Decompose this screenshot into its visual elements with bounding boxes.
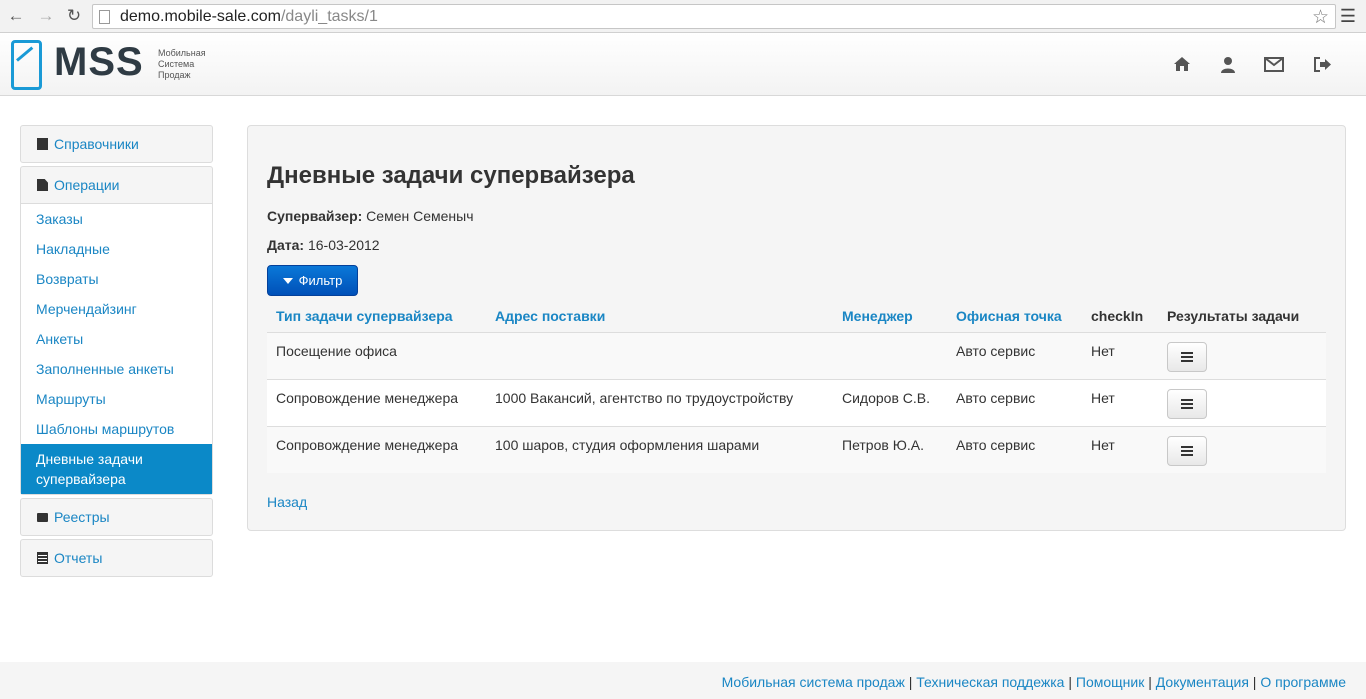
cell-checkin: Нет [1082, 426, 1158, 473]
sidebar-group-reports: Отчеты [20, 539, 213, 577]
sidebar-item-merchandising[interactable]: Мерчендайзинг [21, 294, 212, 324]
sidebar-item-registers[interactable]: Реестры [21, 499, 212, 535]
sidebar-item-label: Операции [54, 177, 120, 193]
logo-subtitle: Мобильная Система Продаж [158, 48, 206, 80]
column-header-checkin: checkIn [1082, 300, 1158, 333]
cell-manager [833, 332, 947, 380]
main-panel: Дневные задачи супервайзера Супервайзер:… [247, 125, 1346, 531]
table-row: Посещение офиса Авто сервис Нет [267, 332, 1326, 380]
home-icon[interactable] [1171, 53, 1193, 75]
url-text: demo.mobile-sale.com/dayli_tasks/1 [120, 8, 378, 25]
cell-task-type: Сопровождение менеджера [267, 379, 486, 427]
bookmark-star-icon[interactable]: ☆ [1312, 6, 1329, 29]
book-icon [37, 138, 48, 150]
results-button[interactable] [1167, 435, 1207, 466]
cell-office: Авто сервис [947, 332, 1082, 380]
sidebar-item-label: Реестры [54, 509, 110, 525]
column-header-results: Результаты задачи [1158, 300, 1326, 333]
sidebar-item-route-templates[interactable]: Шаблоны маршрутов [21, 414, 212, 444]
footer: Мобильная система продаж | Техническая п… [0, 662, 1366, 699]
sidebar-item-reports[interactable]: Отчеты [21, 540, 212, 576]
sidebar-group-operations: Операции Заказы Накладные Возвраты Мерче… [20, 166, 213, 495]
page-title: Дневные задачи супервайзера [267, 162, 635, 189]
table-header-row: Тип задачи супервайзера Адрес поставки М… [267, 300, 1326, 333]
cell-task-type: Сопровождение менеджера [267, 426, 486, 473]
footer-link-mss[interactable]: Мобильная система продаж [722, 674, 905, 690]
column-header-task-type[interactable]: Тип задачи супервайзера [267, 300, 486, 333]
cell-results [1158, 426, 1326, 473]
cell-manager: Петров Ю.А. [833, 426, 947, 473]
sidebar-item-returns[interactable]: Возвраты [21, 264, 212, 294]
file-icon [37, 179, 48, 191]
cell-task-type: Посещение офиса [267, 332, 486, 380]
supervisor-info: Супервайзер: Семен Семеныч [267, 208, 474, 224]
sidebar-group-registers: Реестры [20, 498, 213, 536]
cell-office: Авто сервис [947, 379, 1082, 427]
list-alt-icon [37, 552, 48, 564]
list-icon [1181, 398, 1193, 409]
cell-address [486, 332, 833, 380]
sidebar-item-orders[interactable]: Заказы [21, 204, 212, 234]
logo-text: MSS [54, 40, 144, 84]
cell-manager: Сидоров С.В. [833, 379, 947, 427]
cell-office: Авто сервис [947, 426, 1082, 473]
logo-phone-icon [11, 40, 42, 90]
browser-menu-icon[interactable]: ☰ [1340, 6, 1356, 27]
sidebar-item-filled-questionnaires[interactable]: Заполненные анкеты [21, 354, 212, 384]
list-icon [1181, 445, 1193, 456]
cell-results [1158, 332, 1326, 380]
table-row: Сопровождение менеджера 1000 Вакансий, а… [267, 379, 1326, 427]
sidebar-item-references[interactable]: Справочники [21, 126, 212, 162]
list-icon [1181, 351, 1193, 362]
sidebar-item-routes[interactable]: Маршруты [21, 384, 212, 414]
table-row: Сопровождение менеджера 100 шаров, студи… [267, 426, 1326, 473]
column-header-manager[interactable]: Менеджер [833, 300, 947, 333]
results-button[interactable] [1167, 341, 1207, 372]
cell-checkin: Нет [1082, 332, 1158, 380]
sidebar-item-label: Отчеты [54, 550, 103, 566]
sidebar-item-invoices[interactable]: Накладные [21, 234, 212, 264]
sidebar-item-questionnaires[interactable]: Анкеты [21, 324, 212, 354]
cell-checkin: Нет [1082, 379, 1158, 427]
sidebar-group-references: Справочники [20, 125, 213, 163]
sidebar-item-operations[interactable]: Операции [21, 167, 212, 203]
cell-results [1158, 379, 1326, 427]
back-link[interactable]: Назад [267, 494, 307, 510]
footer-link-support[interactable]: Техническая поддежка [916, 674, 1064, 690]
sidebar-item-label: Справочники [54, 136, 139, 152]
cell-address: 1000 Вакансий, агентство по трудоустройс… [486, 379, 833, 427]
sidebar-item-daily-tasks[interactable]: Дневные задачи супервайзера [21, 444, 212, 494]
footer-link-helper[interactable]: Помощник [1076, 674, 1144, 690]
inbox-icon [37, 512, 48, 522]
forward-arrow-icon[interactable]: → [36, 6, 56, 26]
column-header-office[interactable]: Офисная точка [947, 300, 1082, 333]
footer-link-about[interactable]: О программе [1260, 674, 1346, 690]
address-bar[interactable]: demo.mobile-sale.com/dayli_tasks/1 ☆ [92, 4, 1336, 29]
logout-icon[interactable] [1311, 53, 1333, 75]
footer-links: Мобильная система продаж | Техническая п… [721, 674, 1346, 690]
date-info: Дата: 16-03-2012 [267, 237, 380, 253]
cell-address: 100 шаров, студия оформления шарами [486, 426, 833, 473]
app-header: MSS Мобильная Система Продаж [0, 33, 1366, 96]
results-button[interactable] [1167, 388, 1207, 419]
sidebar: Справочники Операции Заказы Накладные Во… [20, 125, 213, 580]
browser-toolbar: ← → ↻ demo.mobile-sale.com/dayli_tasks/1… [0, 0, 1366, 33]
envelope-icon[interactable] [1263, 53, 1285, 75]
filter-icon [282, 277, 293, 284]
user-icon[interactable] [1217, 53, 1239, 75]
tasks-table: Тип задачи супервайзера Адрес поставки М… [267, 300, 1326, 473]
back-arrow-icon[interactable]: ← [6, 6, 26, 26]
reload-icon[interactable]: ↻ [64, 6, 84, 26]
sidebar-operations-list: Заказы Накладные Возвраты Мерчендайзинг … [21, 203, 212, 494]
filter-button[interactable]: Фильтр [267, 265, 358, 296]
column-header-address[interactable]: Адрес поставки [486, 300, 833, 333]
footer-link-docs[interactable]: Документация [1156, 674, 1249, 690]
page-icon [99, 10, 110, 24]
